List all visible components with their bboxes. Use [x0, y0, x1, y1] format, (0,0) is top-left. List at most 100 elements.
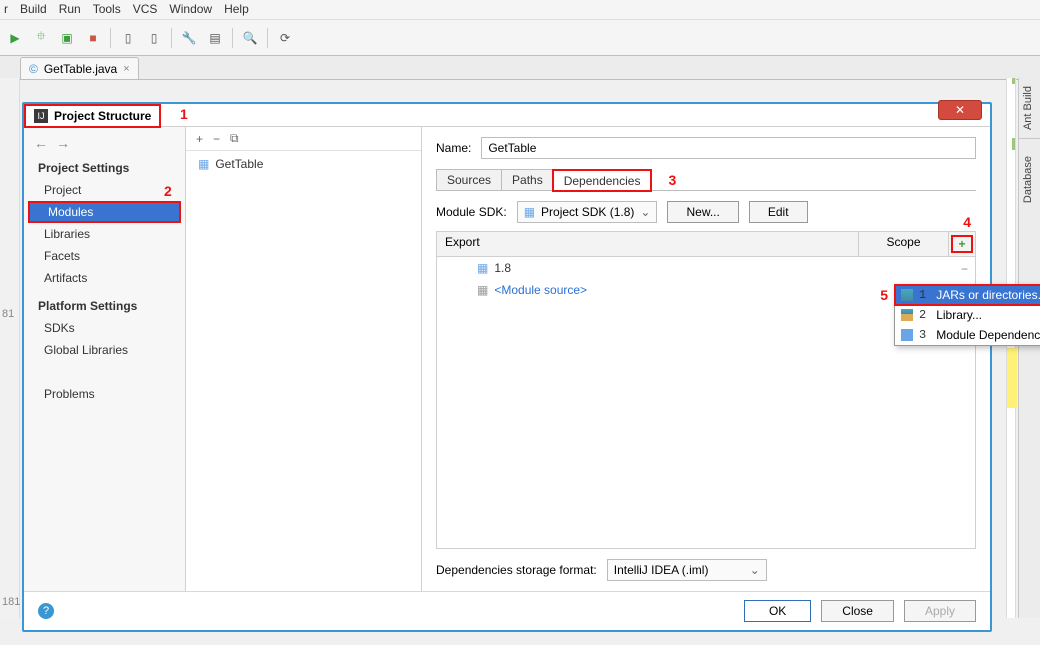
popup-jars[interactable]: 1 JARs or directories... [895, 285, 1040, 305]
run-icon[interactable]: ▶ [6, 29, 24, 47]
sidebar-item-artifacts[interactable]: Artifacts [24, 267, 185, 289]
copy-module-icon[interactable]: ⧉ [230, 131, 239, 146]
menu-window[interactable]: Window [169, 2, 212, 17]
name-label: Name: [436, 141, 471, 155]
annotation-4: 4 [963, 214, 971, 230]
module-tree-item[interactable]: ▦ GetTable [186, 151, 421, 177]
section-heading: Platform Settings [24, 295, 185, 317]
editor-tab-gettable[interactable]: © GetTable.java × [20, 57, 139, 79]
menu-item[interactable]: r [4, 2, 8, 17]
menu-vcs[interactable]: VCS [133, 2, 158, 17]
storage-value: IntelliJ IDEA (.iml) [614, 563, 709, 577]
module-dep-icon [901, 329, 913, 341]
apply-button[interactable]: Apply [904, 600, 976, 622]
dialog-title: IJ Project Structure [24, 104, 161, 128]
close-button[interactable]: Close [821, 600, 894, 622]
sidebar-item-global-libraries[interactable]: Global Libraries [24, 339, 185, 361]
separator [232, 28, 233, 48]
wrench-icon[interactable]: 🔧 [180, 29, 198, 47]
change-marker [1012, 78, 1015, 84]
sidebar-item-sdks[interactable]: SDKs [24, 317, 185, 339]
structure-icon[interactable]: ▤ [206, 29, 224, 47]
nav-back-icon[interactable]: ← [34, 135, 48, 151]
edit-sdk-button[interactable]: Edit [749, 201, 808, 223]
ant-build-tab[interactable]: Ant Build [1019, 78, 1037, 138]
new-sdk-button[interactable]: New... [667, 201, 738, 223]
sidebar-item-problems[interactable]: Problems [24, 383, 185, 405]
modules-tree-panel: + − ⧉ ▦ GetTable [186, 127, 422, 591]
module-tabs: Sources Paths Dependencies 3 [436, 169, 976, 191]
main-menu[interactable]: r Build Run Tools VCS Window Help [0, 0, 1040, 20]
tab-sources[interactable]: Sources [436, 169, 502, 190]
dep-row-label[interactable]: 1.8 [494, 261, 511, 275]
remove-dependency-icon[interactable]: − [961, 262, 971, 276]
close-tab-icon[interactable]: × [123, 63, 129, 75]
add-dependency-button[interactable]: + [949, 232, 975, 256]
menu-run[interactable]: Run [59, 2, 81, 17]
jars-icon [901, 289, 913, 301]
sidebar-item-project[interactable]: Project [24, 179, 185, 201]
separator [171, 28, 172, 48]
popup-label: Library... [936, 308, 982, 322]
dialog-close-button[interactable]: ✕ [938, 100, 982, 120]
main-toolbar: ▶ ⯐ ▣ ■ ▯ ▯ 🔧 ▤ 🔍 ⟳ [0, 20, 1040, 56]
popup-module-dep[interactable]: 3 Module Dependency... [895, 325, 1040, 345]
tab-dependencies[interactable]: Dependencies [553, 170, 652, 191]
coverage-icon[interactable]: ▣ [58, 29, 76, 47]
right-dock: Ant Build Database [1018, 78, 1040, 618]
chevron-down-icon: ⌄ [640, 205, 650, 219]
tab-paths[interactable]: Paths [501, 169, 554, 190]
warning-marker [1007, 348, 1017, 408]
menu-help[interactable]: Help [224, 2, 249, 17]
layout2-icon[interactable]: ▯ [145, 29, 163, 47]
editor-tab-label: GetTable.java [44, 62, 117, 76]
sidebar-item-modules[interactable]: Modules [28, 201, 181, 223]
add-module-icon[interactable]: + [196, 132, 203, 146]
remove-module-icon[interactable]: − [213, 132, 220, 146]
layout-icon[interactable]: ▯ [119, 29, 137, 47]
editor-gutter: 81 181 [0, 78, 20, 618]
stop-icon[interactable]: ■ [84, 29, 102, 47]
project-structure-dialog: IJ Project Structure 1 ✕ ← → Project Set… [22, 102, 992, 632]
sdk-dep-icon: ▦ [477, 261, 488, 275]
settings-sidebar: ← → Project Settings Project Modules 2 L… [24, 127, 186, 591]
ok-button[interactable]: OK [744, 600, 811, 622]
dep-row-label[interactable]: <Module source> [494, 283, 587, 297]
library-icon [901, 309, 913, 321]
storage-label: Dependencies storage format: [436, 563, 597, 577]
sidebar-item-libraries[interactable]: Libraries [24, 223, 185, 245]
search-icon[interactable]: 🔍 [241, 29, 259, 47]
col-export: Export [437, 232, 859, 256]
dialog-footer: ? OK Close Apply [24, 591, 990, 630]
popup-num: 3 [919, 328, 926, 342]
popup-label: JARs or directories... [936, 288, 1040, 302]
line-number: 81 [2, 308, 14, 320]
add-dependency-popup: 1 JARs or directories... 2 Library... 3 … [894, 284, 1040, 346]
plus-icon: + [951, 235, 973, 253]
chevron-down-icon: ⌄ [750, 563, 760, 577]
change-marker [1012, 138, 1015, 150]
sdk-combo[interactable]: ▦ Project SDK (1.8) ⌄ [517, 201, 658, 223]
database-tab[interactable]: Database [1019, 148, 1037, 211]
nav-forward-icon[interactable]: → [56, 135, 70, 151]
popup-num: 2 [919, 308, 926, 322]
sdk-label: Module SDK: [436, 205, 507, 219]
menu-build[interactable]: Build [20, 2, 47, 17]
help-icon[interactable]: ? [38, 603, 54, 619]
menu-tools[interactable]: Tools [93, 2, 121, 17]
module-folder-icon: ▦ [198, 157, 209, 171]
annotation-5: 5 [880, 287, 888, 303]
sdk-icon: ▦ [524, 205, 535, 219]
update-icon[interactable]: ⟳ [276, 29, 294, 47]
debug-icon[interactable]: ⯐ [32, 29, 50, 47]
sidebar-item-facets[interactable]: Facets [24, 245, 185, 267]
sdk-value: Project SDK (1.8) [541, 205, 634, 219]
dependencies-table: 4 Export Scope + ▦ 1.8 ▦ <Module source>… [436, 231, 976, 549]
popup-library[interactable]: 2 Library... [895, 305, 1040, 325]
module-name-input[interactable] [481, 137, 976, 159]
annotation-2: 2 [164, 183, 172, 199]
col-scope: Scope [859, 232, 949, 256]
storage-format-combo[interactable]: IntelliJ IDEA (.iml) ⌄ [607, 559, 767, 581]
module-source-icon: ▦ [477, 283, 488, 297]
dialog-title-text: Project Structure [54, 109, 151, 123]
